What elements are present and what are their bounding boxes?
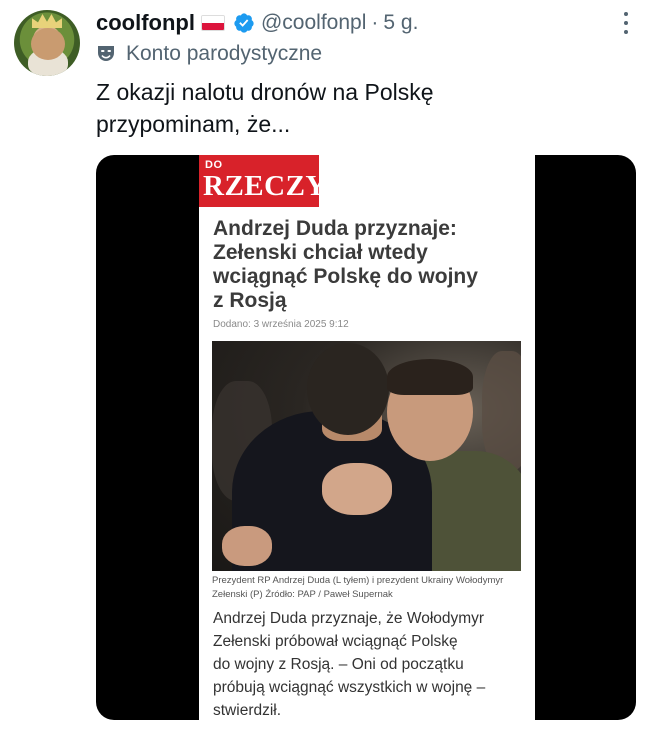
article-headline: Andrzej Duda przyznaje: Zełenski chciał … — [213, 217, 478, 312]
parody-label: Konto parodystyczne — [96, 40, 322, 68]
photo-caption: Prezydent RP Andrzej Duda (L tyłem) i pr… — [212, 575, 504, 600]
do-rzeczy-logo: DO RZECZY — [199, 155, 326, 207]
handle[interactable]: @coolfonpl — [261, 11, 366, 35]
more-options-icon[interactable] — [623, 12, 629, 34]
article-screenshot: DO RZECZY Andrzej Duda przyznaje: Zełens… — [199, 155, 535, 720]
avatar-face — [31, 28, 65, 60]
avatar[interactable] — [14, 10, 80, 76]
article-photo — [212, 341, 521, 571]
article-lead: Andrzej Duda przyznaje, że Wołodymyr Zeł… — [213, 610, 486, 719]
tweet-text: Z okazji nalotu dronów na Polskę przypom… — [96, 76, 626, 140]
display-name[interactable]: coolfonpl — [96, 10, 195, 36]
parody-label-text: Konto parodystyczne — [126, 42, 323, 65]
poland-flag-icon — [200, 15, 225, 31]
theater-mask-icon — [98, 46, 114, 61]
tweet-media[interactable]: DO RZECZY Andrzej Duda przyznaje: Zełens… — [96, 155, 636, 720]
separator-dot: · — [371, 11, 379, 34]
avatar-crown — [32, 14, 62, 28]
article-date: Dodano: 3 września 2025 9:12 — [213, 319, 349, 330]
tweet-text-line: Z okazji nalotu dronów na Polskę — [96, 79, 434, 105]
tweet-header: coolfonpl @coolfonpl · 5 g. — [96, 8, 418, 38]
verified-badge-icon[interactable] — [233, 12, 255, 34]
timestamp[interactable]: 5 g. — [383, 11, 418, 35]
tweet-text-line: przypominam, że... — [96, 111, 291, 137]
